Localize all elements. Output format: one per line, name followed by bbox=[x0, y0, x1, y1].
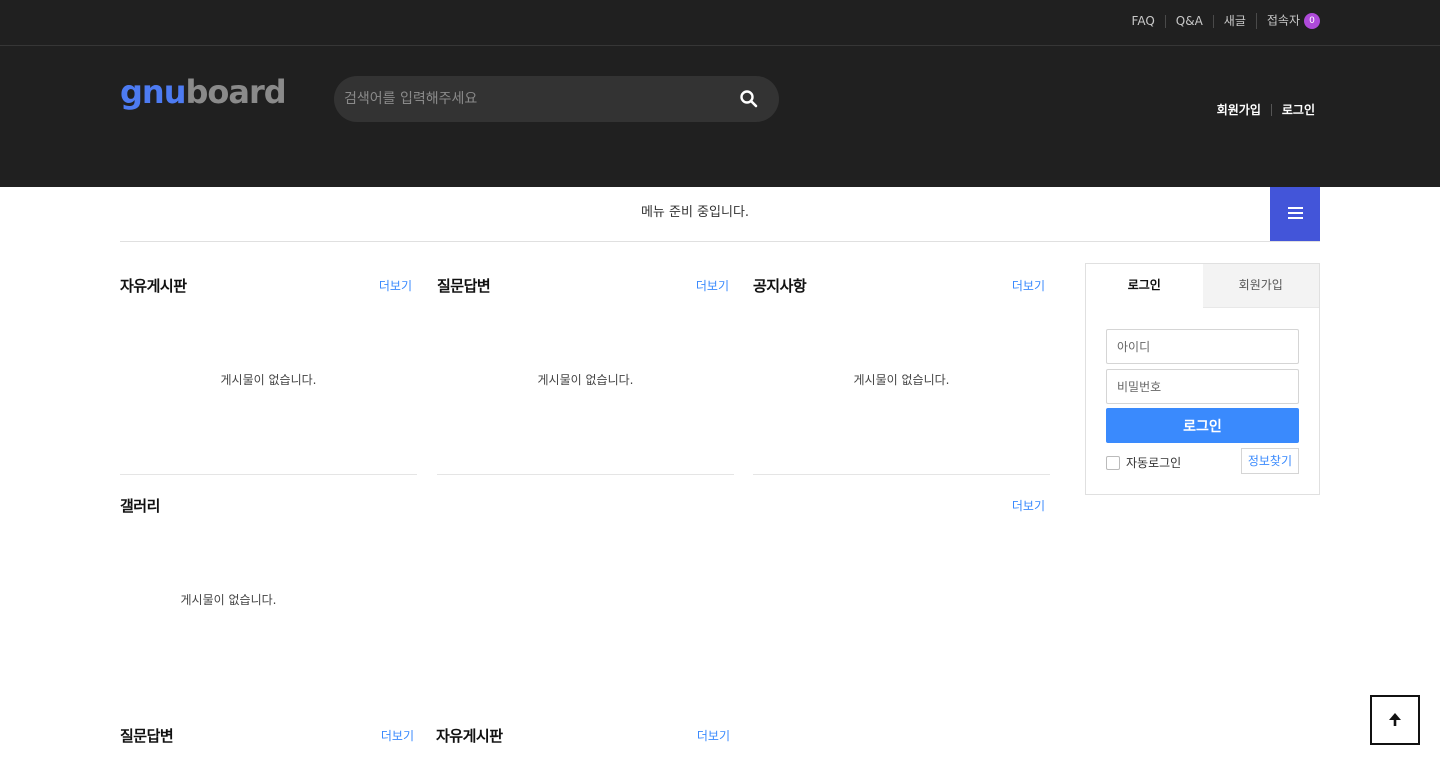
empty-message: 게시물이 없습니다. bbox=[537, 373, 634, 387]
tab-join[interactable]: 회원가입 bbox=[1202, 264, 1319, 308]
search-input[interactable] bbox=[334, 76, 724, 122]
menu-button[interactable] bbox=[1270, 187, 1320, 241]
empty-message: 게시물이 없습니다. bbox=[853, 373, 950, 387]
more-link[interactable]: 더보기 bbox=[381, 727, 414, 744]
login-submit-button[interactable]: 로그인 bbox=[1106, 408, 1299, 443]
board-title[interactable]: 질문답변 bbox=[120, 725, 174, 746]
main-nav: 메뉴 준비 중입니다. bbox=[120, 187, 1320, 242]
board-title[interactable]: 질문답변 bbox=[437, 275, 491, 296]
more-link[interactable]: 더보기 bbox=[696, 277, 729, 294]
faq-link[interactable]: FAQ bbox=[1122, 14, 1165, 28]
auto-login-label[interactable]: 자동로그인 bbox=[1126, 454, 1181, 471]
latest-board-notice: 공지사항 더보기 게시물이 없습니다. bbox=[753, 263, 1050, 475]
board-title[interactable]: 자유게시판 bbox=[120, 275, 187, 296]
header-member-links: 회원가입 로그인 bbox=[1207, 104, 1315, 116]
site-logo[interactable]: gnuboard bbox=[120, 72, 287, 112]
nav-status-text: 메뉴 준비 중입니다. bbox=[640, 205, 750, 220]
find-info-button[interactable]: 정보찾기 bbox=[1240, 448, 1299, 474]
more-link[interactable]: 더보기 bbox=[1012, 277, 1045, 294]
site-header: gnuboard 회원가입 로그인 bbox=[0, 46, 1440, 187]
scroll-top-button[interactable] bbox=[1370, 695, 1420, 745]
board-title[interactable]: 공지사항 bbox=[753, 275, 807, 296]
visitors-label: 접속자 bbox=[1266, 13, 1300, 28]
latest-gallery: 갤러리 더보기 게시물이 없습니다. bbox=[120, 483, 1050, 683]
latest-board-free-bottom: 자유게시판 더보기 bbox=[436, 713, 733, 753]
auto-login-checkbox[interactable] bbox=[1106, 455, 1120, 470]
tab-login[interactable]: 로그인 bbox=[1086, 264, 1203, 308]
more-link[interactable]: 더보기 bbox=[697, 727, 730, 744]
top-links: FAQ Q&A 새글 접속자 0 bbox=[1122, 0, 1320, 42]
password-field[interactable] bbox=[1106, 369, 1299, 404]
auto-login-option: 자동로그인 bbox=[1106, 454, 1181, 471]
logo-part-gnu: gnu bbox=[120, 73, 186, 111]
outlogin-box: 로그인 회원가입 로그인 자동로그인 정보찾기 bbox=[1085, 263, 1320, 495]
board-title[interactable]: 자유게시판 bbox=[436, 725, 503, 746]
logo-part-board: board bbox=[185, 73, 286, 111]
empty-message: 게시물이 없습니다. bbox=[220, 373, 317, 387]
visitor-count-badge: 0 bbox=[1304, 13, 1320, 29]
hamburger-icon bbox=[1288, 207, 1303, 209]
join-link[interactable]: 회원가입 bbox=[1207, 104, 1271, 116]
login-tabs: 로그인 회원가입 bbox=[1086, 264, 1319, 308]
search-icon[interactable] bbox=[739, 89, 759, 109]
gallery-title[interactable]: 갤러리 bbox=[120, 495, 160, 516]
qa-link[interactable]: Q&A bbox=[1164, 14, 1213, 28]
user-id-field[interactable] bbox=[1106, 329, 1299, 364]
empty-message: 게시물이 없습니다. bbox=[180, 593, 277, 607]
arrow-up-icon bbox=[1389, 713, 1401, 726]
latest-board-qa-bottom: 질문답변 더보기 bbox=[120, 713, 417, 753]
login-link[interactable]: 로그인 bbox=[1270, 104, 1315, 116]
latest-board-qa: 질문답변 더보기 게시물이 없습니다. bbox=[437, 263, 734, 475]
more-link[interactable]: 더보기 bbox=[379, 277, 412, 294]
search-box bbox=[334, 76, 779, 122]
new-posts-link[interactable]: 새글 bbox=[1212, 14, 1256, 28]
top-bar: FAQ Q&A 새글 접속자 0 bbox=[0, 0, 1440, 46]
latest-board-free: 자유게시판 더보기 게시물이 없습니다. bbox=[120, 263, 417, 475]
more-link[interactable]: 더보기 bbox=[1012, 497, 1045, 514]
visitors-link[interactable]: 접속자 0 bbox=[1255, 13, 1320, 29]
